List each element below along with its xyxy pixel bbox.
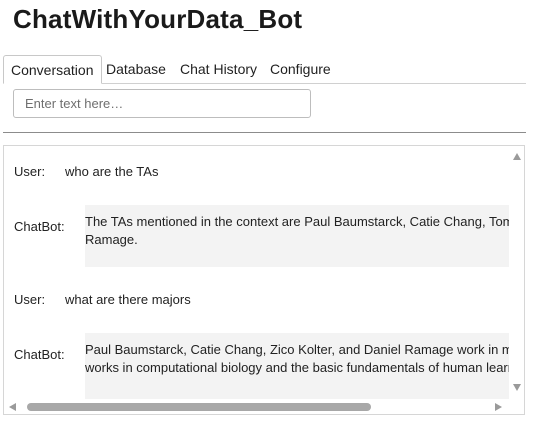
divider (3, 132, 526, 133)
triangle-down-icon[interactable] (513, 384, 521, 391)
speaker-label: User: (14, 164, 46, 179)
bot-message-bubble: The TAs mentioned in the context are Pau… (85, 205, 510, 267)
conversation-panel[interactable]: User: who are the TAs ChatBot: The TAs m… (3, 145, 525, 415)
bot-message-line: The TAs mentioned in the context are Pau… (85, 214, 510, 229)
app-title: ChatWithYourData_Bot (13, 4, 303, 34)
message-row-user: User: what are there majors (4, 291, 510, 309)
triangle-up-icon[interactable] (513, 153, 521, 160)
horizontal-scrollbar[interactable] (4, 399, 510, 414)
tab-conversation[interactable]: Conversation (3, 55, 102, 84)
message-row-bot: ChatBot: Paul Baumstarck, Catie Chang, Z… (4, 333, 510, 399)
bot-message-line: works in computational biology and the b… (85, 360, 510, 375)
user-message-text: who are the TAs (65, 164, 159, 179)
bot-message-bubble: Paul Baumstarck, Catie Chang, Zico Kolte… (85, 333, 510, 399)
tab-database[interactable]: Database (106, 55, 166, 83)
conversation-viewport: User: who are the TAs ChatBot: The TAs m… (4, 146, 510, 399)
triangle-right-icon[interactable] (495, 403, 502, 411)
bot-message-line: Paul Baumstarck, Catie Chang, Zico Kolte… (85, 342, 510, 357)
vertical-scrollbar[interactable] (509, 146, 524, 399)
speaker-label: ChatBot: (14, 219, 65, 234)
bot-message-line: Ramage. (85, 232, 138, 247)
tab-chat-history[interactable]: Chat History (180, 55, 257, 83)
message-input[interactable] (13, 89, 311, 118)
user-message-text: what are there majors (65, 292, 191, 307)
app-window: ChatWithYourData_Bot Conversation Databa… (0, 0, 551, 426)
tab-bar: Conversation Database Chat History Confi… (3, 55, 526, 84)
horizontal-scroll-thumb[interactable] (27, 403, 371, 411)
speaker-label: User: (14, 292, 46, 307)
tab-configure[interactable]: Configure (270, 55, 331, 83)
message-row-user: User: who are the TAs (4, 163, 510, 181)
message-row-bot: ChatBot: The TAs mentioned in the contex… (4, 205, 510, 267)
speaker-label: ChatBot: (14, 347, 65, 362)
triangle-left-icon[interactable] (9, 403, 16, 411)
